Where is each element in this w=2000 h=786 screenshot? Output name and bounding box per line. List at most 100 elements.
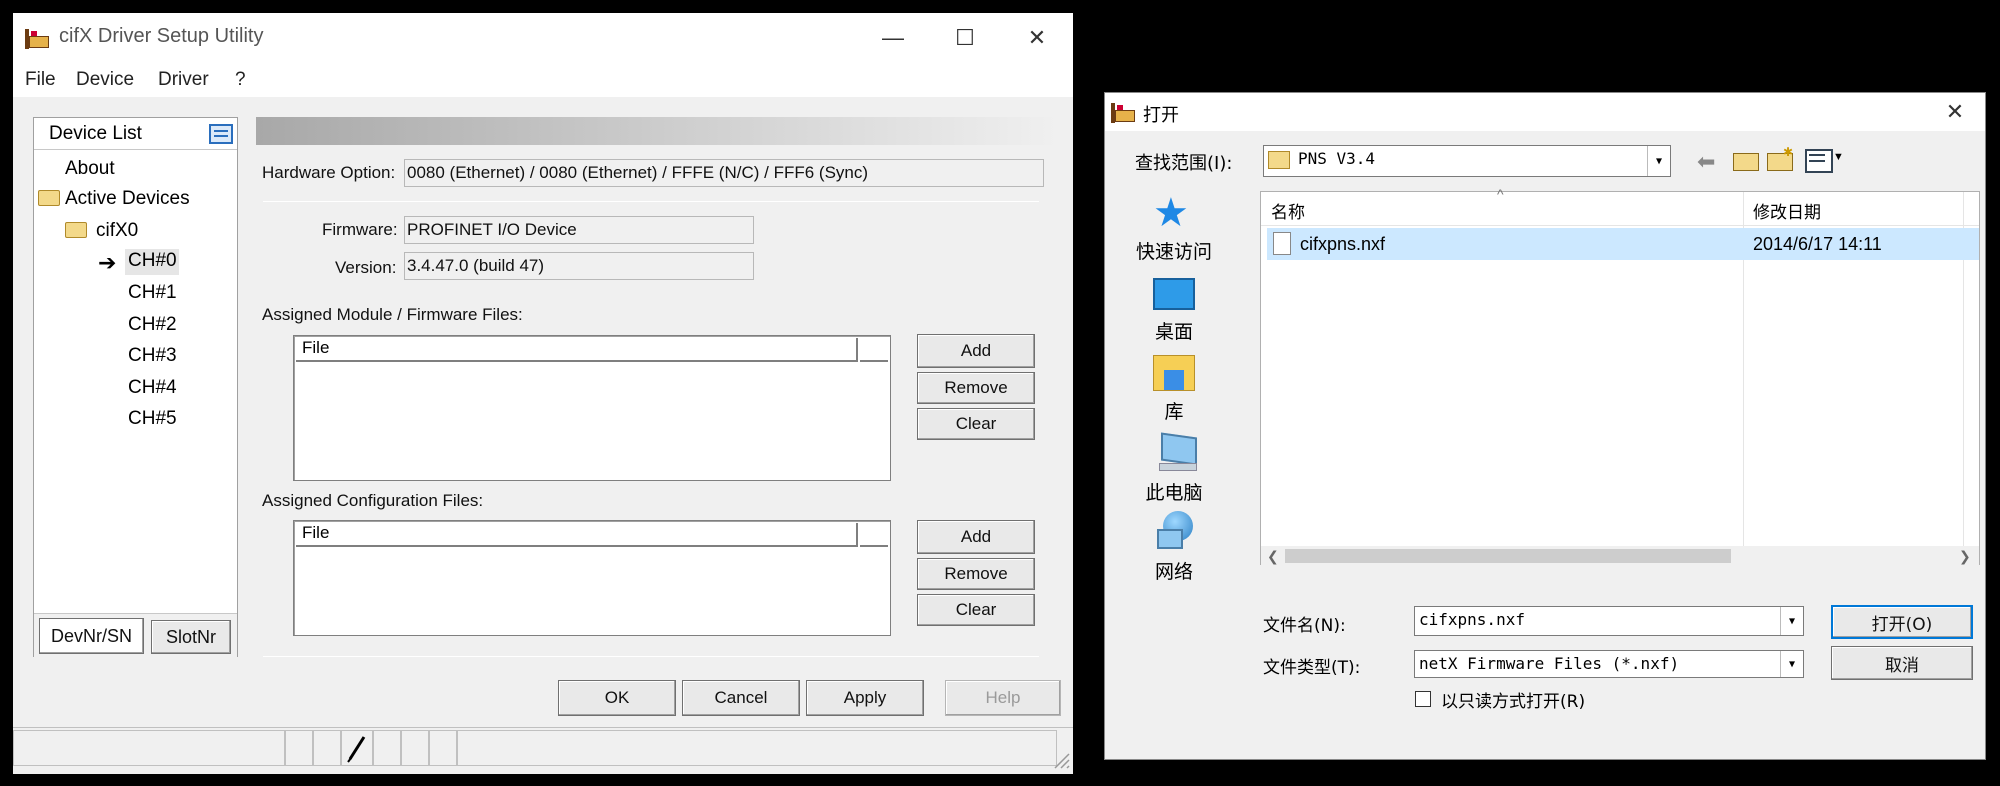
open-button[interactable]: 打开(O)	[1831, 605, 1973, 639]
filename-label: 文件名(N):	[1263, 616, 1346, 636]
separator	[263, 201, 1039, 202]
filename-combo[interactable]: cifxpns.nxf ▼	[1414, 606, 1804, 636]
chevron-down-icon[interactable]: ▼	[1780, 607, 1803, 635]
chevron-down-icon[interactable]: ▼	[1647, 146, 1670, 176]
module-files-list[interactable]: File	[293, 335, 891, 481]
config-remove-button[interactable]: Remove	[917, 558, 1035, 590]
module-add-button[interactable]: Add	[917, 334, 1035, 368]
tree-item-about[interactable]: About	[65, 158, 115, 180]
window-title: cifX Driver Setup Utility	[59, 25, 264, 47]
config-clear-button[interactable]: Clear	[917, 594, 1035, 626]
folder-icon	[1268, 150, 1290, 169]
resize-grip-icon[interactable]	[1049, 748, 1071, 770]
readonly-checkbox[interactable]	[1415, 691, 1431, 707]
tree-item-ch1[interactable]: CH#1	[128, 282, 177, 304]
config-files-label: Assigned Configuration Files:	[262, 491, 484, 510]
nav-quick-access[interactable]: 快速访问	[1119, 237, 1229, 264]
channel-header-bar	[256, 117, 1059, 145]
file-date: 2014/6/17 14:11	[1753, 234, 1882, 254]
tree-item-ch4[interactable]: CH#4	[128, 377, 177, 399]
column-header-file[interactable]: File	[296, 338, 858, 362]
folder-icon	[65, 222, 87, 238]
horizontal-scrollbar[interactable]: ❮ ❯	[1261, 546, 1979, 566]
close-button[interactable]: ✕	[1007, 13, 1067, 63]
tree-item-ch2[interactable]: CH#2	[128, 314, 177, 336]
dialog-close-button[interactable]: ✕	[1925, 87, 1985, 137]
sort-chevron-icon: ^	[1497, 186, 1504, 202]
minimize-button[interactable]: —	[863, 13, 923, 63]
up-folder-icon[interactable]	[1733, 147, 1759, 171]
firmware-field: PROFINET I/O Device	[404, 216, 754, 244]
module-clear-button[interactable]: Clear	[917, 408, 1035, 440]
dialog-title: 打开	[1143, 105, 1179, 126]
dialog-title-bar[interactable]: 打开 ✕	[1105, 93, 1985, 131]
column-header-blank	[860, 523, 888, 547]
look-in-value: PNS V3.4	[1298, 149, 1376, 168]
tree-item-ch0[interactable]: CH#0	[128, 250, 177, 272]
filetype-value: netX Firmware Files (*.nxf)	[1419, 654, 1680, 673]
file-list-header: 名称 ^ 修改日期	[1261, 186, 1979, 564]
chevron-down-icon[interactable]: ▼	[1780, 651, 1803, 677]
status-cell	[313, 730, 341, 766]
file-list[interactable]: 名称 ^ 修改日期 cifxpns.nxf 2014/6/17 14:11 ❮ …	[1260, 186, 1980, 566]
scroll-thumb[interactable]	[1285, 549, 1731, 563]
column-header-file[interactable]: File	[296, 523, 858, 547]
status-cell	[13, 730, 285, 766]
config-add-button[interactable]: Add	[917, 520, 1035, 554]
computer-icon	[1157, 432, 1197, 473]
tab-devnr-sn[interactable]: DevNr/SN	[39, 618, 144, 654]
view-menu-icon[interactable]: ▼	[1805, 149, 1847, 173]
file-row[interactable]: cifxpns.nxf 2014/6/17 14:11	[1267, 228, 1979, 260]
edit-pen-icon	[341, 730, 373, 766]
cancel-button[interactable]: Cancel	[682, 680, 800, 716]
nav-this-pc[interactable]: 此电脑	[1119, 478, 1229, 505]
tab-slotnr[interactable]: SlotNr	[151, 620, 231, 654]
menu-help[interactable]: ?	[235, 69, 246, 91]
column-date[interactable]: 修改日期	[1753, 198, 1821, 223]
status-cell	[373, 730, 401, 766]
column-name[interactable]: 名称	[1271, 198, 1305, 223]
title-bar[interactable]: cifX Driver Setup Utility — ☐ ✕	[13, 13, 1073, 63]
scroll-right-icon[interactable]: ❯	[1959, 548, 1971, 565]
readonly-label: 以只读方式打开(R)	[1441, 692, 1586, 712]
status-cell	[429, 730, 457, 766]
module-remove-button[interactable]: Remove	[917, 372, 1035, 404]
look-in-combo[interactable]: PNS V3.4 ▼	[1263, 145, 1671, 177]
menu-driver[interactable]: Driver	[158, 69, 209, 91]
tree-item-cifx0[interactable]: cifX0	[96, 220, 138, 242]
status-cell	[401, 730, 429, 766]
filetype-combo[interactable]: netX Firmware Files (*.nxf) ▼	[1414, 650, 1804, 678]
folder-icon	[38, 190, 60, 206]
back-icon[interactable]: ⬅	[1697, 149, 1715, 175]
nav-library[interactable]: 库	[1119, 397, 1229, 424]
hardware-option-field: 0080 (Ethernet) / 0080 (Ethernet) / FFFE…	[404, 159, 1044, 187]
scroll-left-icon[interactable]: ❮	[1267, 548, 1279, 565]
config-files-list[interactable]: File	[293, 520, 891, 636]
device-list-title: Device List	[49, 123, 142, 144]
menu-device[interactable]: Device	[76, 69, 134, 91]
firmware-label: Firmware:	[322, 220, 398, 239]
tree-item-active-devices[interactable]: Active Devices	[65, 188, 190, 210]
tab-strip: DevNr/SN SlotNr	[34, 613, 237, 657]
ok-button[interactable]: OK	[558, 680, 676, 716]
device-list-panel: Device List About Active Devices cifX0 ➔…	[33, 117, 238, 657]
view-toggle-icon[interactable]	[209, 124, 233, 144]
new-folder-icon[interactable]: ✱	[1767, 145, 1793, 171]
apply-button[interactable]: Apply	[806, 680, 924, 716]
selected-arrow-icon: ➔	[98, 250, 117, 275]
tree-item-ch5[interactable]: CH#5	[128, 408, 177, 430]
network-icon	[1157, 511, 1197, 551]
maximize-button[interactable]: ☐	[935, 13, 995, 63]
nav-network[interactable]: 网络	[1119, 557, 1229, 584]
column-header-blank	[860, 338, 888, 362]
quick-access-icon: ★	[1153, 191, 1189, 235]
tree-item-ch3[interactable]: CH#3	[128, 345, 177, 367]
dialog-cancel-button[interactable]: 取消	[1831, 646, 1973, 680]
desktop-icon	[1153, 278, 1195, 310]
menu-file[interactable]: File	[25, 69, 56, 91]
nav-desktop[interactable]: 桌面	[1119, 317, 1229, 344]
help-button[interactable]: Help	[945, 680, 1061, 716]
file-name: cifxpns.nxf	[1300, 234, 1386, 254]
hardware-option-label: Hardware Option:	[262, 163, 396, 182]
version-field: 3.4.47.0 (build 47)	[404, 252, 754, 280]
